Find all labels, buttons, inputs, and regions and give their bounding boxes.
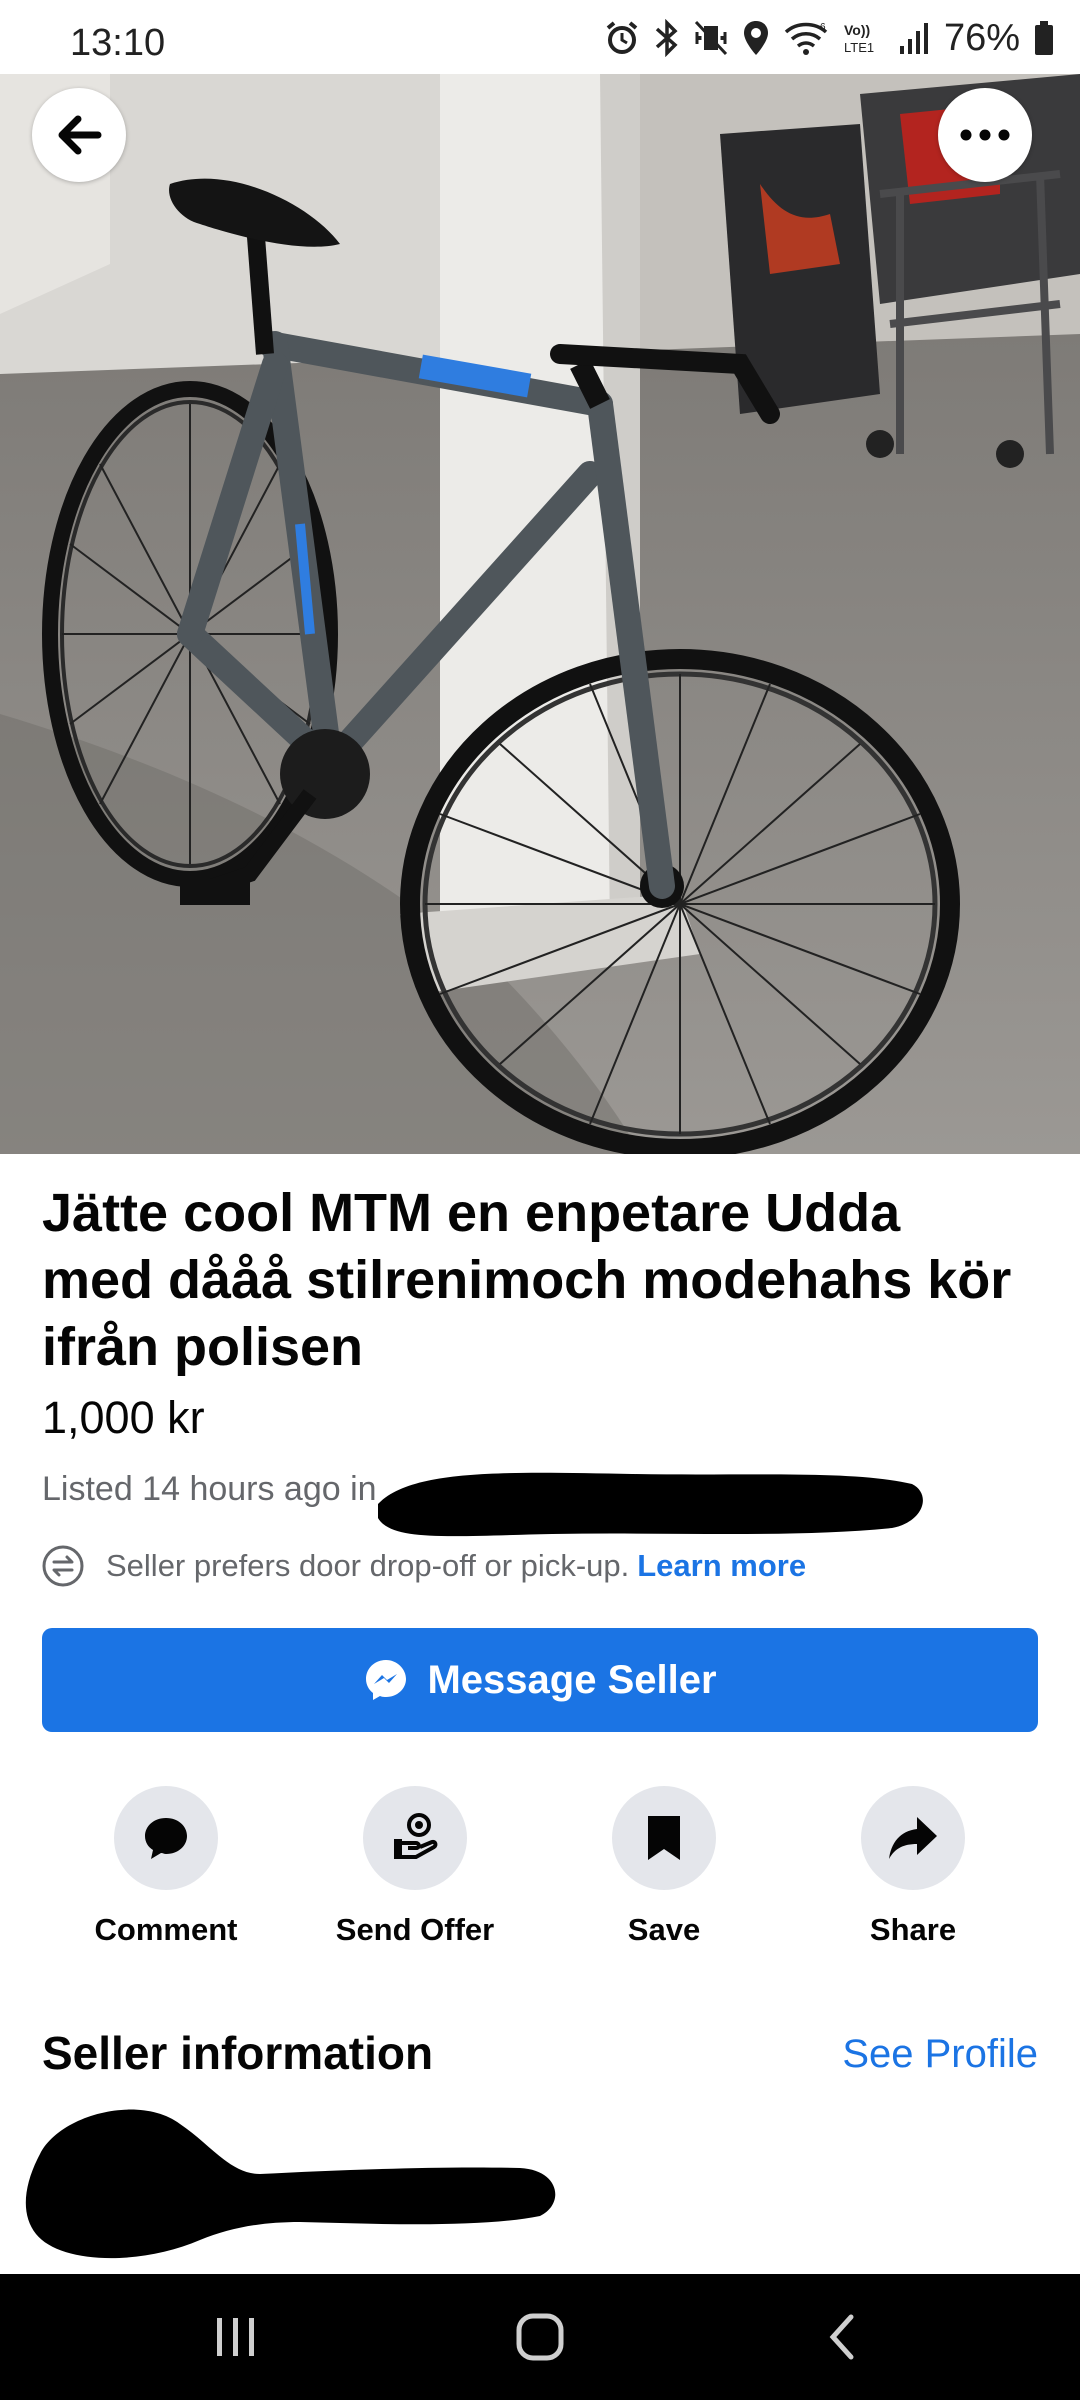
save-label: Save <box>627 1912 701 1947</box>
bike-photo-illustration <box>0 74 1080 1154</box>
listing-price: 1,000 kr <box>42 1392 205 1443</box>
messenger-icon <box>366 1660 407 1700</box>
recent-apps-icon <box>217 2318 254 2356</box>
arrow-left-icon <box>58 115 102 155</box>
mute-icon <box>694 20 728 56</box>
action-row: Comment Send Offer Save Share <box>0 1786 1080 1948</box>
recent-apps-button[interactable] <box>176 2302 296 2372</box>
save-button[interactable] <box>612 1786 716 1890</box>
more-options-button[interactable] <box>938 88 1032 182</box>
bookmark-icon <box>648 1816 680 1860</box>
svg-text:LTE1: LTE1 <box>844 40 874 55</box>
exchange-icon <box>42 1545 84 1587</box>
send-offer-button[interactable] <box>363 1786 467 1890</box>
share-action[interactable]: Share <box>803 1786 1023 1948</box>
comment-action[interactable]: Comment <box>56 1786 276 1948</box>
send-offer-icon <box>394 1813 438 1859</box>
volte-icon: Vo)) LTE1 <box>844 22 874 55</box>
battery-percentage: 76% <box>943 16 1020 59</box>
comment-icon <box>145 1818 187 1859</box>
status-icons: 6 Vo)) LTE1 76% <box>604 16 1054 59</box>
send-offer-action[interactable]: Send Offer <box>305 1786 525 1948</box>
home-icon <box>516 2313 564 2361</box>
listing-photo[interactable] <box>0 74 1080 1154</box>
battery-icon <box>1035 21 1053 55</box>
share-icon <box>889 1817 937 1859</box>
alarm-icon <box>606 21 638 54</box>
seller-information-heading: Seller information <box>42 2027 434 2079</box>
see-profile-link[interactable]: See Profile <box>842 2032 1038 2077</box>
pickup-preference: Seller prefers door drop-off or pick-up.… <box>42 1542 806 1590</box>
signal-icon <box>899 23 928 54</box>
listing-time-location[interactable]: Listed 14 hours ago in <box>42 1470 377 1509</box>
back-nav-button[interactable] <box>782 2302 902 2372</box>
learn-more-link[interactable]: Learn more <box>637 1548 806 1584</box>
redaction-scribble <box>25 2109 556 2259</box>
message-seller-label: Message Seller <box>427 1657 717 1702</box>
comment-label: Comment <box>94 1912 238 1947</box>
message-seller-button[interactable]: Message Seller <box>42 1628 1038 1732</box>
bluetooth-icon <box>655 19 678 57</box>
status-time: 13:10 <box>70 22 166 64</box>
more-dots-icon <box>960 129 1010 141</box>
pickup-text: Seller prefers door drop-off or pick-up. <box>106 1548 630 1583</box>
redaction-scribble <box>378 1472 923 1537</box>
wifi-icon: 6 <box>784 22 828 55</box>
chevron-left-icon <box>829 2314 854 2360</box>
location-icon <box>743 21 768 55</box>
svg-text:6: 6 <box>820 22 826 33</box>
send-offer-label: Send Offer <box>335 1912 495 1947</box>
svg-text:Vo)): Vo)) <box>844 22 870 38</box>
share-button[interactable] <box>861 1786 965 1890</box>
listing-title: Jätte cool MTM en enpetare Udda med dååå… <box>42 1183 1012 1377</box>
comment-button[interactable] <box>114 1786 218 1890</box>
home-button[interactable] <box>480 2302 600 2372</box>
save-action[interactable]: Save <box>554 1786 774 1948</box>
system-navigation-bar <box>0 2274 1080 2400</box>
back-button[interactable] <box>32 88 126 182</box>
status-bar: 13:10 6 Vo)) LTE1 76% <box>0 0 1080 74</box>
share-label: Share <box>869 1912 957 1947</box>
